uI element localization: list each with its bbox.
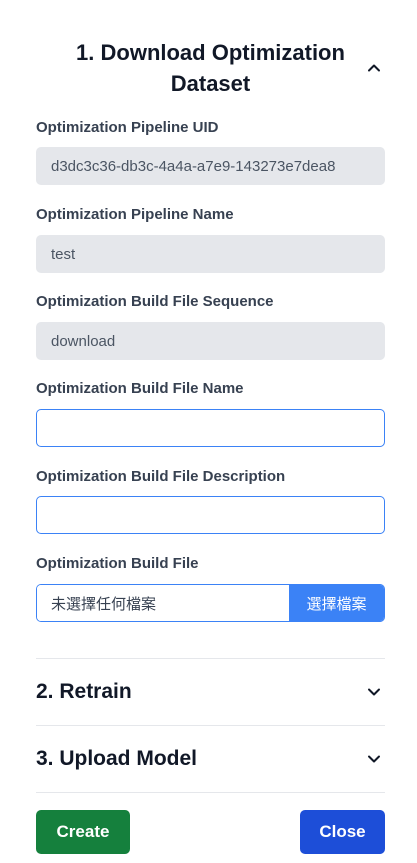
pipeline-name-field: test: [36, 235, 385, 273]
section-1-header[interactable]: 1. Download Optimization Dataset: [36, 36, 385, 100]
section-3-header[interactable]: 3. Upload Model: [36, 726, 385, 792]
chevron-down-icon[interactable]: [363, 748, 385, 770]
build-file-name-label: Optimization Build File Name: [36, 380, 244, 397]
build-file-sequence-label: Optimization Build File Sequence: [36, 293, 274, 310]
pipeline-name-label: Optimization Pipeline Name: [36, 206, 234, 223]
build-file-description-label: Optimization Build File Description: [36, 468, 286, 485]
chevron-down-icon[interactable]: [363, 681, 385, 703]
build-file-description-input[interactable]: [36, 496, 385, 534]
divider: [36, 792, 385, 793]
section-2-header[interactable]: 2. Retrain: [36, 659, 385, 725]
pipeline-uid-field: d3dc3c36-db3c-4a4a-a7e9-143273e7dea8: [36, 147, 385, 185]
section-2-title: 2. Retrain: [36, 680, 132, 703]
build-file-label: Optimization Build File: [36, 555, 199, 572]
chevron-up-icon[interactable]: [363, 57, 385, 79]
choose-file-button[interactable]: 選擇檔案: [289, 585, 384, 621]
create-button[interactable]: Create: [36, 810, 130, 854]
section-1-title: 1. Download Optimization Dataset: [76, 40, 345, 96]
build-file-sequence-field: download: [36, 322, 385, 360]
file-status-text: 未選擇任何檔案: [37, 585, 289, 621]
pipeline-uid-label: Optimization Pipeline UID: [36, 119, 219, 136]
close-button[interactable]: Close: [300, 810, 385, 854]
build-file-input[interactable]: 未選擇任何檔案 選擇檔案: [36, 584, 385, 622]
build-file-name-input[interactable]: [36, 409, 385, 447]
section-3-title: 3. Upload Model: [36, 747, 198, 770]
